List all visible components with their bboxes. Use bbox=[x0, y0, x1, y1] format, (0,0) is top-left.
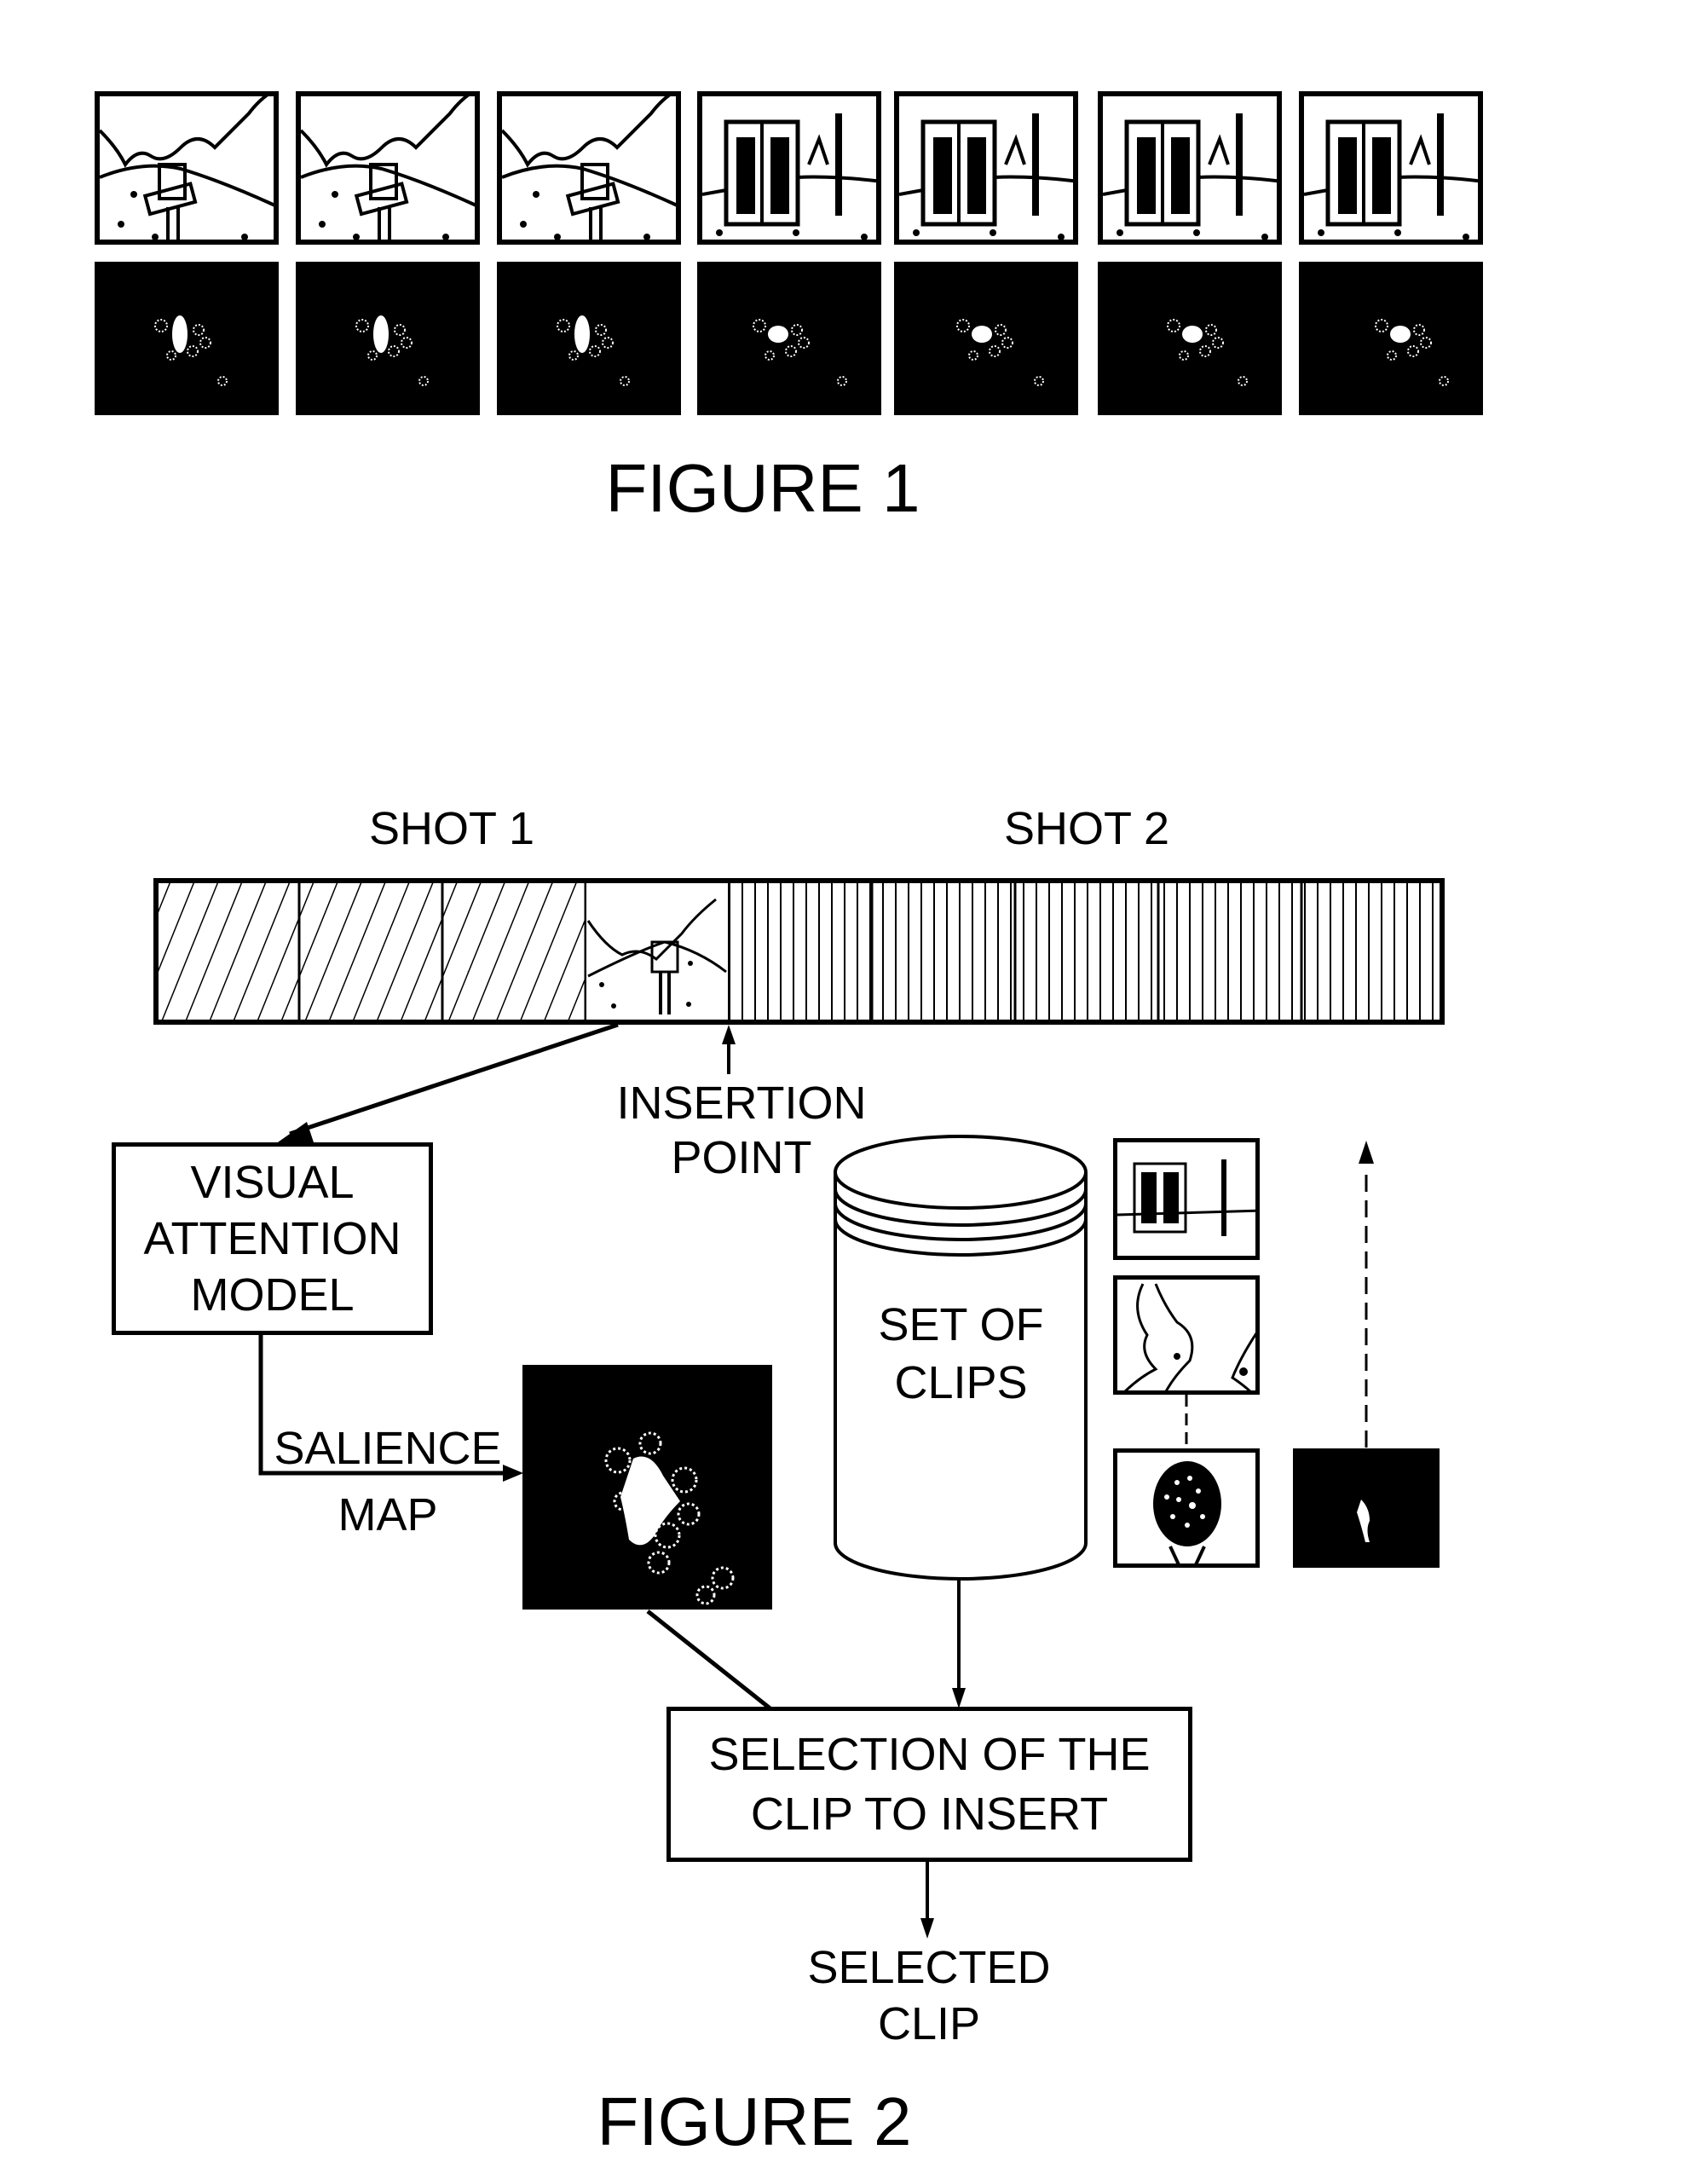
scoreboard-tree-frame bbox=[1098, 91, 1282, 245]
scoreboard-clip-thumbnail bbox=[1113, 1138, 1260, 1260]
golfer-icon bbox=[502, 96, 676, 240]
map-icon bbox=[1124, 1283, 1255, 1390]
scoreboard-icon bbox=[1304, 113, 1478, 240]
salience-map-image bbox=[522, 1365, 772, 1610]
scoreboard-icon bbox=[1103, 113, 1277, 240]
golfer-walking-frame bbox=[296, 91, 480, 245]
insertion-point-line-1: INSERTION bbox=[616, 1078, 867, 1129]
figure-2-caption: FIGURE 2 bbox=[597, 2084, 912, 2159]
shot-2-frame bbox=[1158, 882, 1301, 1021]
golfer-icon bbox=[301, 96, 475, 240]
scoreboard-icon bbox=[702, 113, 876, 240]
visual-attention-model-box: VISUAL ATTENTION MODEL bbox=[112, 1142, 433, 1335]
selected-clip-line-2: CLIP bbox=[877, 1998, 981, 2049]
golfer-icon bbox=[100, 96, 274, 240]
scoreboard-icon bbox=[1117, 1159, 1255, 1236]
scoreboard-icon bbox=[899, 113, 1073, 240]
salience-golfer-map bbox=[95, 262, 279, 415]
insertion-point-line-2: POINT bbox=[671, 1132, 812, 1183]
figure-1-caption: FIGURE 1 bbox=[605, 450, 920, 526]
set-of-clips-label: SET OF CLIPS bbox=[844, 1296, 1078, 1412]
shot-1-frame bbox=[442, 882, 586, 1021]
golf-ball-icon bbox=[1153, 1461, 1221, 1563]
salience-scoreboard-map bbox=[697, 262, 881, 415]
salience-scoreboard-map bbox=[894, 262, 1078, 415]
map-clip-thumbnail bbox=[1113, 1275, 1260, 1395]
shot-2-frame bbox=[729, 882, 872, 1021]
salience-map-line-2: MAP bbox=[338, 1489, 438, 1540]
selected-clip-line-1: SELECTED bbox=[807, 1942, 1051, 1993]
set-of-clips-line-1: SET OF bbox=[878, 1299, 1044, 1350]
golfer-frame-icon bbox=[586, 883, 728, 1020]
shot-1-frame bbox=[156, 882, 299, 1021]
insertion-point-label: INSERTION POINT bbox=[597, 1076, 886, 1185]
set-of-clips-line-2: CLIPS bbox=[894, 1357, 1028, 1408]
shot-1-label: SHOT 1 bbox=[368, 803, 535, 854]
shot-2-frame bbox=[1301, 882, 1442, 1021]
golfer-walking-frame bbox=[497, 91, 681, 245]
selection-box-line-2: CLIP TO INSERT bbox=[750, 1789, 1109, 1840]
salience-golfer-map bbox=[296, 262, 480, 415]
shot-1-frame bbox=[299, 882, 442, 1021]
salience-golfer-map bbox=[497, 262, 681, 415]
shot-2-label: SHOT 2 bbox=[1003, 803, 1170, 854]
shot-2-frame bbox=[1015, 882, 1158, 1021]
visual-attention-line-3: MODEL bbox=[190, 1269, 355, 1321]
salience-scoreboard-map bbox=[1098, 262, 1282, 415]
clip-salience-mask bbox=[1293, 1448, 1440, 1568]
selected-clip-label: SELECTED CLIP bbox=[767, 1939, 1091, 2052]
scoreboard-tree-frame bbox=[894, 91, 1078, 245]
golfer-walking-frame bbox=[95, 91, 279, 245]
selection-box-line-1: SELECTION OF THE bbox=[708, 1729, 1151, 1780]
golf-ball-clip-thumbnail bbox=[1113, 1448, 1260, 1568]
visual-attention-line-2: ATTENTION bbox=[143, 1213, 401, 1264]
scoreboard-tree-frame bbox=[697, 91, 881, 245]
selection-of-clip-box: SELECTION OF THE CLIP TO INSERT bbox=[666, 1707, 1192, 1862]
scoreboard-tree-frame bbox=[1299, 91, 1483, 245]
salience-scoreboard-map bbox=[1299, 262, 1483, 415]
visual-attention-line-1: VISUAL bbox=[190, 1157, 355, 1208]
shot-2-frame bbox=[872, 882, 1015, 1021]
salience-map-label: SALIENCE MAP bbox=[264, 1415, 511, 1548]
salience-map-line-1: SALIENCE bbox=[274, 1423, 502, 1474]
